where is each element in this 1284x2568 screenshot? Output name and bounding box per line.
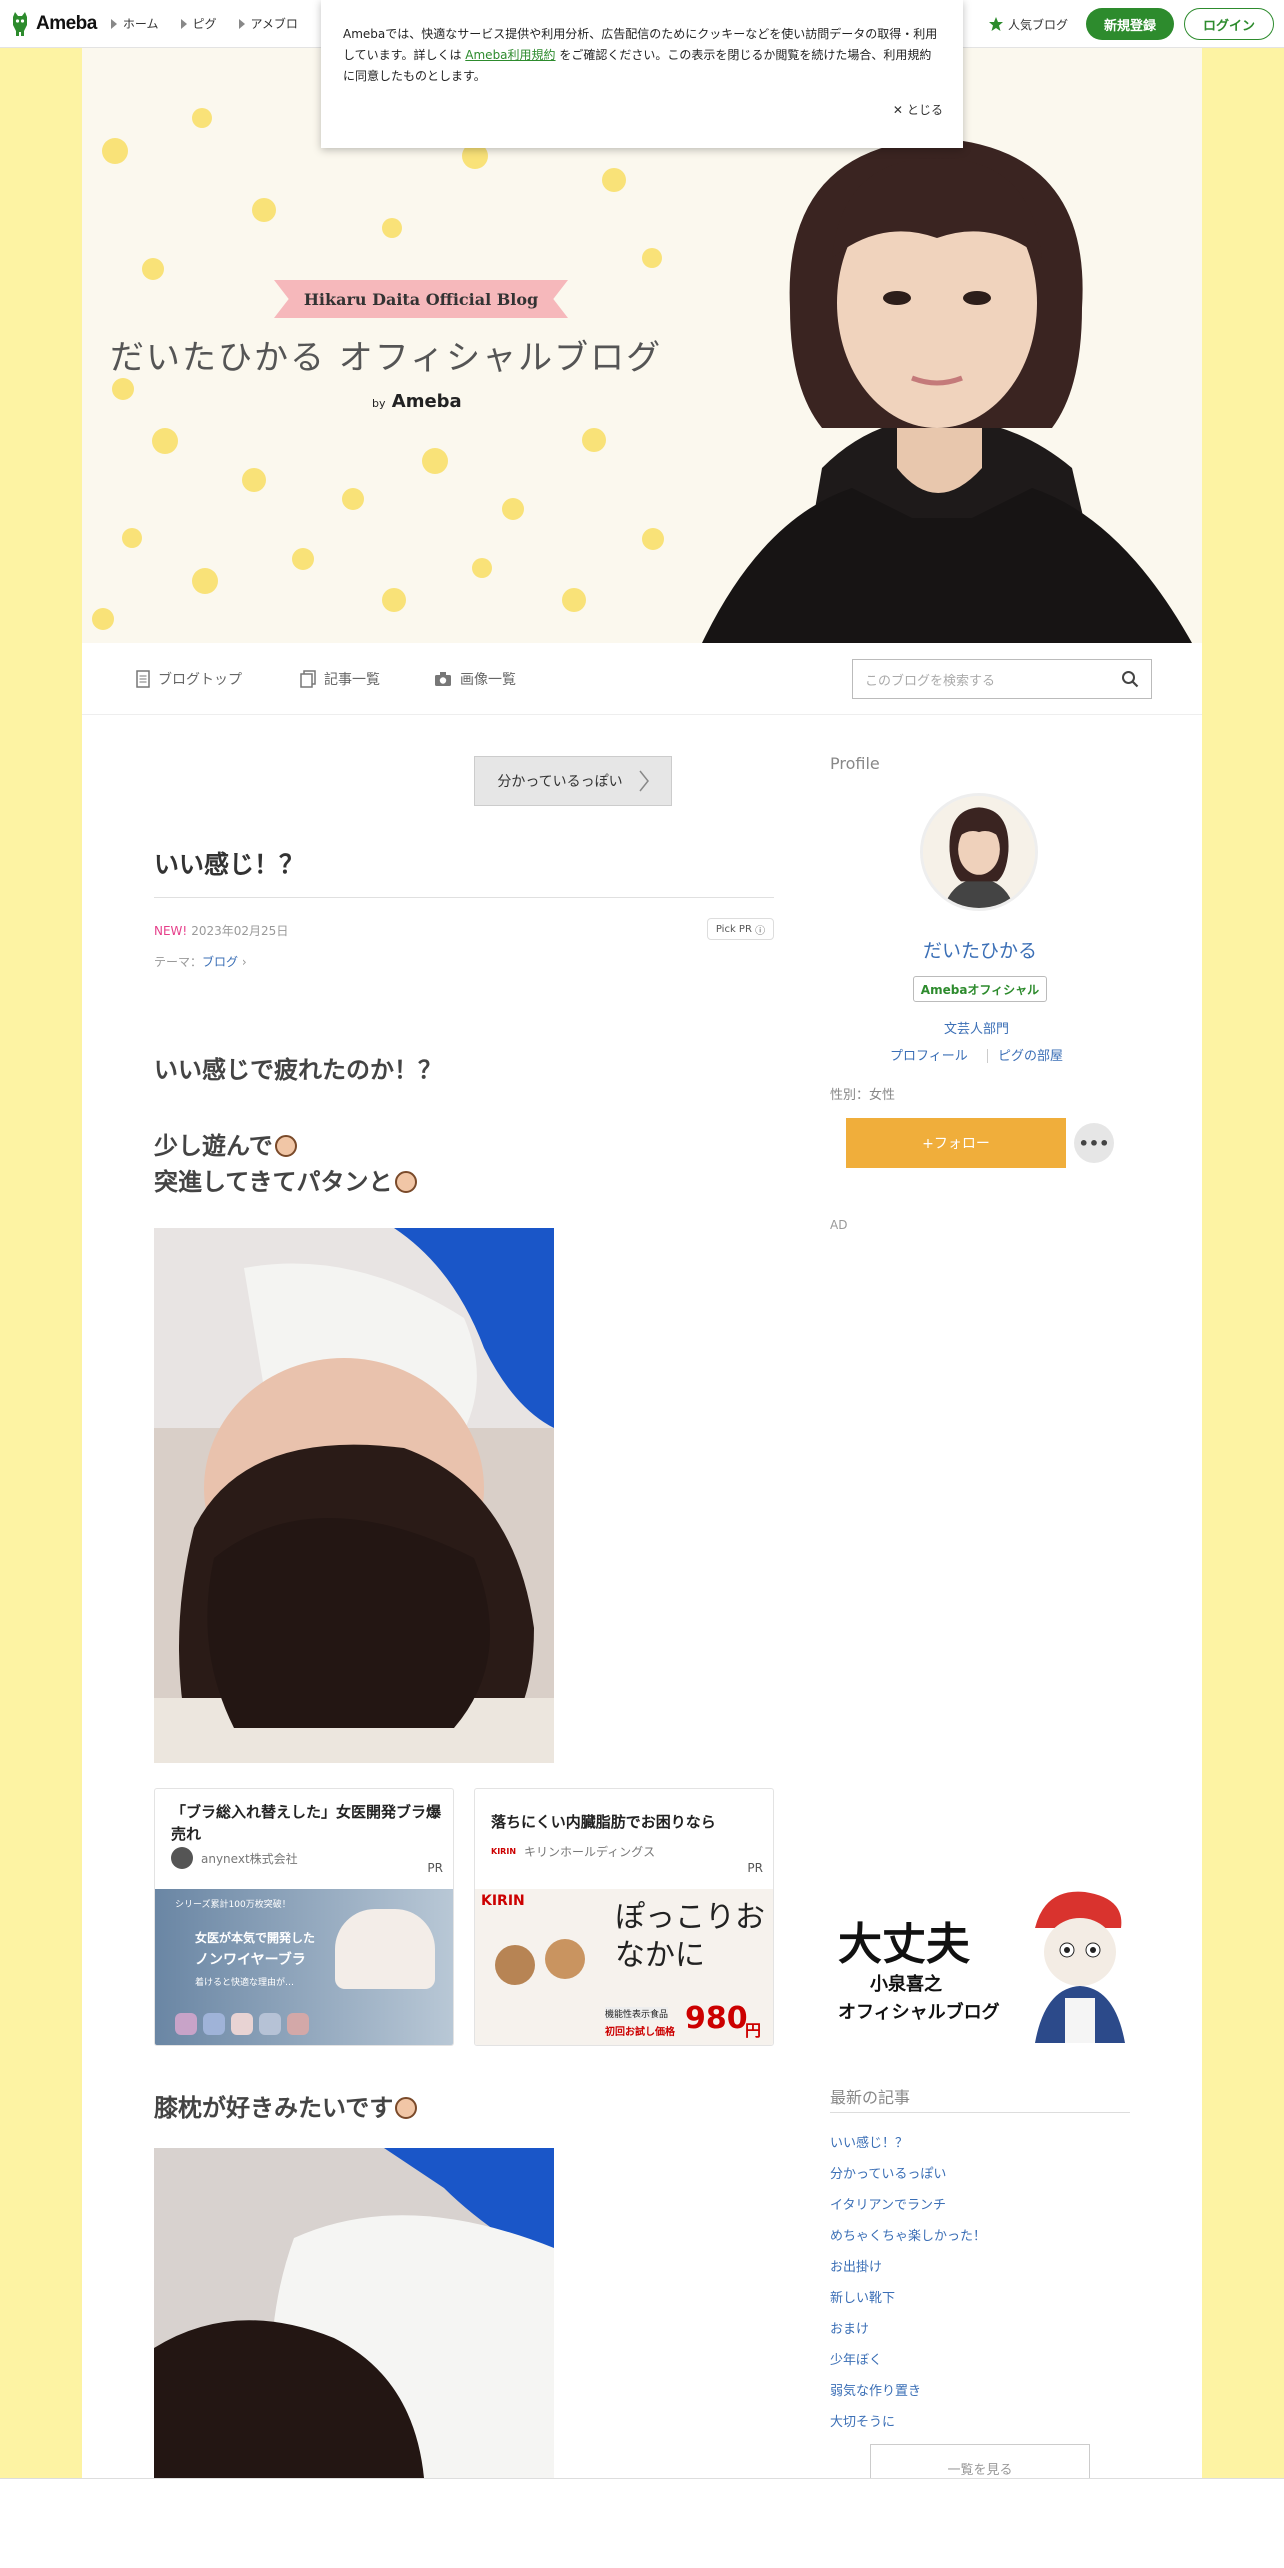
new-badge: NEW! (154, 924, 188, 938)
recent-entry-link[interactable]: めちゃくちゃ楽しかった！ (830, 2221, 1130, 2252)
more-options-button[interactable]: ••• (1074, 1123, 1114, 1163)
recent-entry-link[interactable]: 少年ぼく (830, 2345, 1130, 2376)
gnav-home[interactable]: ホーム (110, 15, 159, 32)
content-area: 分かっているっぽい いい感じ！？ NEW! 2023年02月25日 Pick PR… (82, 0, 1202, 2568)
profile-name[interactable]: だいたひかる (830, 936, 1130, 963)
recent-entry-link[interactable]: いい感じ！？ (830, 2128, 1130, 2159)
ad-card[interactable]: 落ちにくい内臓脂肪でお困りなら KIRIN キリンホールディングス PR KIR… (474, 1788, 774, 2046)
logo-text: Ameba (36, 12, 97, 34)
profile-link[interactable]: プロフィール (890, 1045, 968, 1064)
profile-heading: Profile (830, 754, 880, 773)
recent-entry-link[interactable]: 大切そうに (830, 2407, 1130, 2438)
gnav-ameblo[interactable]: アメブロ (238, 15, 298, 32)
theme-link[interactable]: ブログ (202, 955, 238, 969)
triangle-icon (110, 18, 117, 29)
ad-sponsor: anynext株式会社 (171, 1847, 298, 1869)
pr-label: PR (427, 1861, 443, 1875)
entry-date: 2023年02月25日 (191, 924, 289, 938)
recent-entries-list: いい感じ！？ 分かっているっぽい イタリアンでランチ めちゃくちゃ楽しかった！ … (830, 2128, 1130, 2438)
star-icon (988, 17, 1003, 31)
recent-entry-link[interactable]: 弱気な作り置き (830, 2376, 1130, 2407)
recent-entry-link[interactable]: お出掛け (830, 2252, 1130, 2283)
register-button[interactable]: 新規登録 (1085, 8, 1174, 40)
face-emoji-icon (394, 1171, 417, 1193)
terms-link[interactable]: Ameba利用規約 (465, 48, 555, 62)
kirin-logo-icon: KIRIN (491, 1847, 517, 1856)
entry-photo[interactable] (154, 1228, 554, 1763)
pick-pr-button[interactable]: Pick PR ⓘ (707, 918, 774, 940)
ad-title: 落ちにくい内臓脂肪でお困りなら (491, 1813, 716, 1831)
entry-photo[interactable] (154, 2148, 554, 2478)
recent-divider (830, 2112, 1130, 2113)
official-badge: Amebaオフィシャル (913, 976, 1047, 1002)
face-emoji-icon (274, 1135, 297, 1157)
body-line: 少し遊んで (154, 1128, 297, 1164)
recent-entry-link[interactable]: 新しい靴下 (830, 2283, 1130, 2314)
ad-image: シリーズ累計100万枚突破！ 女医が本気で開発した ノンワイヤーブラ 着けると快… (155, 1889, 453, 2045)
body-line: いい感じで疲れたのか！？ (154, 1056, 442, 1084)
link-separator (987, 1049, 988, 1063)
category-link[interactable]: 文芸人部門 (944, 1018, 1009, 1037)
pigg-room-link[interactable]: ピグの部屋 (998, 1045, 1063, 1064)
face-emoji-icon (395, 2097, 418, 2119)
profile-avatar[interactable] (920, 793, 1038, 911)
entry-meta: NEW! 2023年02月25日 (154, 922, 288, 939)
login-button[interactable]: ログイン (1183, 8, 1274, 40)
ameba-logo[interactable]: Ameba (10, 11, 97, 37)
ad-card[interactable]: 「ブラ総入れ替えした」女医開発ブラ爆売れ anynext株式会社 PR シリーズ… (154, 1788, 454, 2046)
triangle-icon (180, 18, 187, 29)
pr-label: PR (747, 1861, 763, 1875)
popular-blogs-link[interactable]: 人気ブログ (988, 16, 1068, 33)
sponsor-logo-icon (171, 1847, 193, 1869)
recent-entry-link[interactable]: 分かっているっぽい (830, 2159, 1130, 2190)
bottom-bar (0, 2478, 1284, 2568)
character-illustration (1035, 1891, 1125, 2043)
ad-image: KIRIN ぽっこりおなかに 機能性表示食品 初回お試し価格 980 円 (475, 1889, 773, 2045)
entry-title[interactable]: いい感じ！？ (154, 845, 304, 881)
recent-entry-link[interactable]: イタリアンでランチ (830, 2190, 1130, 2221)
recent-entry-link[interactable]: おまけ (830, 2314, 1130, 2345)
recent-entries-heading: 最新の記事 (830, 2088, 911, 2107)
chevron-right-icon (639, 770, 649, 792)
cookie-banner: Amebaでは、快適なサービス提供や利用分析、広告配信のためにクッキーなどを使い… (321, 0, 963, 148)
ad-label: AD (830, 1218, 848, 1232)
title-divider (154, 897, 774, 898)
triangle-icon (238, 18, 245, 29)
previous-entry-button[interactable]: 分かっているっぽい (474, 756, 672, 806)
ad-sponsor: KIRIN キリンホールディングス (491, 1845, 656, 1859)
gnav-pigg[interactable]: ピグ (180, 15, 217, 32)
entry-theme: テーマ：ブログ › (154, 955, 247, 969)
body-line: 突進してきてパタンと (154, 1164, 417, 1200)
sidebar-banner-ad[interactable]: 大丈夫 小泉喜之 オフィシャルブログ (830, 1888, 1130, 2043)
gender-text: 性別：女性 (830, 1088, 896, 1103)
cookie-close-button[interactable]: ✕ とじる (893, 100, 943, 121)
ad-title: 「ブラ総入れ替えした」女医開発ブラ爆売れ (171, 1803, 442, 1843)
body-line: 膝枕が好きみたいです (154, 2088, 418, 2123)
close-icon: ✕ (892, 103, 903, 117)
ameba-mascot-icon (13, 11, 27, 36)
follow-button[interactable]: +フォロー (846, 1118, 1066, 1168)
